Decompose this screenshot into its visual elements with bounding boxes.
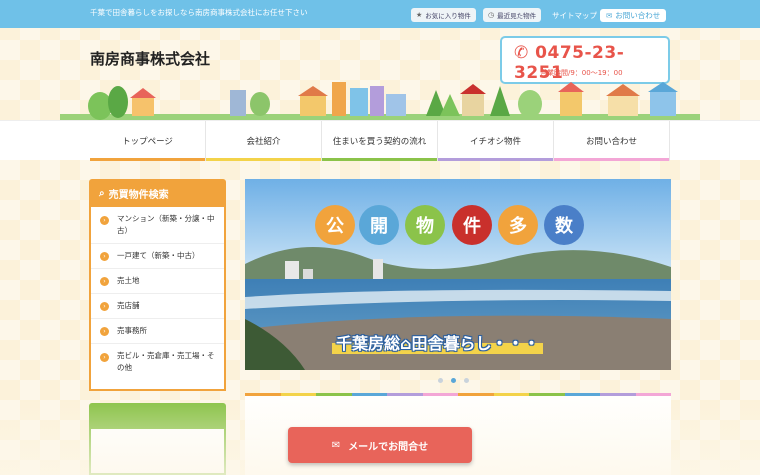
- sidebar-item-label: 売店舗: [117, 301, 140, 310]
- company-logo[interactable]: 南房商事株式会社: [90, 48, 210, 69]
- site-tagline: 千葉で田舎暮らしをお探しなら南房商事株式会社にお任せ下さい: [90, 8, 308, 17]
- nav-recommended-label: イチオシ物件: [469, 137, 521, 147]
- sidebar-item-land[interactable]: › 売土地: [91, 269, 224, 294]
- slider-badge: 公: [315, 205, 355, 245]
- nav-top-bar: [90, 158, 205, 161]
- mail-inquiry-button[interactable]: ✉ メールでお問合せ: [288, 427, 472, 463]
- slider-badge: 物: [405, 205, 445, 245]
- recent-button[interactable]: ◷ 最近見た物件: [483, 8, 542, 22]
- slider-badge: 数: [544, 205, 584, 245]
- envelope-icon: ✉: [331, 439, 341, 451]
- nav-top-label: トップページ: [122, 137, 173, 147]
- search-icon: ⌕: [99, 187, 105, 199]
- sidebar-item-label: 売土地: [117, 276, 140, 285]
- town-illustration: [60, 82, 700, 120]
- slider-dot[interactable]: [464, 378, 469, 383]
- header: 南房商事株式会社 ✆ 0475-23-3251 営業時間/9：00〜19：00: [0, 28, 760, 120]
- phone-box: ✆ 0475-23-3251 営業時間/9：00〜19：00: [500, 36, 670, 84]
- sidebar-item-store[interactable]: › 売店舗: [91, 294, 224, 319]
- sidebar-item-label: 売事務所: [117, 326, 147, 335]
- nav-top[interactable]: トップページ: [90, 121, 206, 161]
- slider-pagination: [438, 378, 469, 383]
- chevron-right-icon: ›: [100, 327, 109, 336]
- sidebar-search-heading: ⌕ 売買物件検索: [89, 179, 226, 207]
- slider-dot-active[interactable]: [451, 378, 456, 383]
- nav-contact[interactable]: お問い合わせ: [554, 121, 670, 161]
- sidebar-title: 売買物件検索: [108, 189, 169, 201]
- nav-flow-bar: [322, 158, 437, 161]
- slider-badge: 件: [452, 205, 492, 245]
- nav-recommended-bar: [438, 158, 553, 161]
- mail-inquiry-label: メールでお問合せ: [348, 441, 429, 453]
- sidebar-search-list: › マンション（新築・分譲・中古） › 一戸建て（新築・中古） › 売土地 › …: [89, 207, 226, 391]
- sidebar-second-heading: [89, 403, 226, 429]
- chevron-right-icon: ›: [100, 216, 109, 225]
- nav-company-label: 会社紹介: [246, 137, 281, 147]
- top-contact-button[interactable]: ✉ お問い合わせ: [600, 9, 667, 22]
- sidebar-item-label: マンション（新築・分譲・中古）: [117, 214, 215, 235]
- star-icon: ★: [416, 11, 423, 19]
- phone-icon: ✆: [514, 43, 529, 63]
- slider-caption-part1: 千葉房総: [336, 334, 401, 353]
- chevron-right-icon: ›: [100, 302, 109, 311]
- slider-caption: 千葉房総⌂田舎暮らし・・・: [332, 330, 544, 354]
- global-nav: トップページ 会社紹介 住まいを買う契約の流れ イチオシ物件 お問い合わせ: [0, 120, 760, 161]
- recent-label: 最近見た物件: [497, 12, 537, 20]
- slider-caption-part2: 田舎暮らし・・・: [411, 334, 540, 353]
- nav-flow-label: 住まいを買う契約の流れ: [332, 137, 427, 147]
- sidebar-item-label: 売ビル・売倉庫・売工場・その他: [117, 351, 215, 372]
- top-contact-label: お問い合わせ: [615, 11, 661, 20]
- sidebar-item-mansion[interactable]: › マンション（新築・分譲・中古）: [91, 207, 224, 244]
- mail-icon: ✉: [606, 11, 613, 20]
- favorites-button[interactable]: ★ お気に入り物件: [411, 8, 476, 22]
- sidebar-second-list: [89, 429, 226, 475]
- nav-company-bar: [206, 158, 321, 161]
- nav-flow[interactable]: 住まいを買う契約の流れ: [322, 121, 438, 161]
- sitemap-link[interactable]: サイトマップ: [552, 10, 597, 21]
- chevron-right-icon: ›: [100, 353, 109, 362]
- slider-badge: 多: [498, 205, 538, 245]
- hero-slider[interactable]: 公 開 物 件 多 数 千葉房総⌂田舎暮らし・・・: [245, 179, 671, 370]
- chevron-right-icon: ›: [100, 277, 109, 286]
- business-hours: 営業時間/9：00〜19：00: [540, 69, 623, 77]
- slider-dot[interactable]: [438, 378, 443, 383]
- chevron-right-icon: ›: [100, 252, 109, 261]
- clock-icon: ◷: [488, 11, 495, 19]
- sidebar-item-building[interactable]: › 売ビル・売倉庫・売工場・その他: [91, 344, 224, 380]
- sidebar-item-house[interactable]: › 一戸建て（新築・中古）: [91, 244, 224, 269]
- nav-contact-label: お問い合わせ: [585, 137, 637, 147]
- sidebar-item-office[interactable]: › 売事務所: [91, 319, 224, 344]
- sidebar-item-label: 一戸建て（新築・中古）: [117, 251, 200, 260]
- nav-company[interactable]: 会社紹介: [206, 121, 322, 161]
- top-bar: 千葉で田舎暮らしをお探しなら南房商事株式会社にお任せ下さい ★ お気に入り物件 …: [0, 0, 760, 28]
- favorites-label: お気に入り物件: [425, 12, 471, 20]
- house-icon: ⌂: [400, 334, 412, 353]
- nav-contact-bar: [554, 158, 669, 161]
- slider-badge: 開: [359, 205, 399, 245]
- nav-recommended[interactable]: イチオシ物件: [438, 121, 554, 161]
